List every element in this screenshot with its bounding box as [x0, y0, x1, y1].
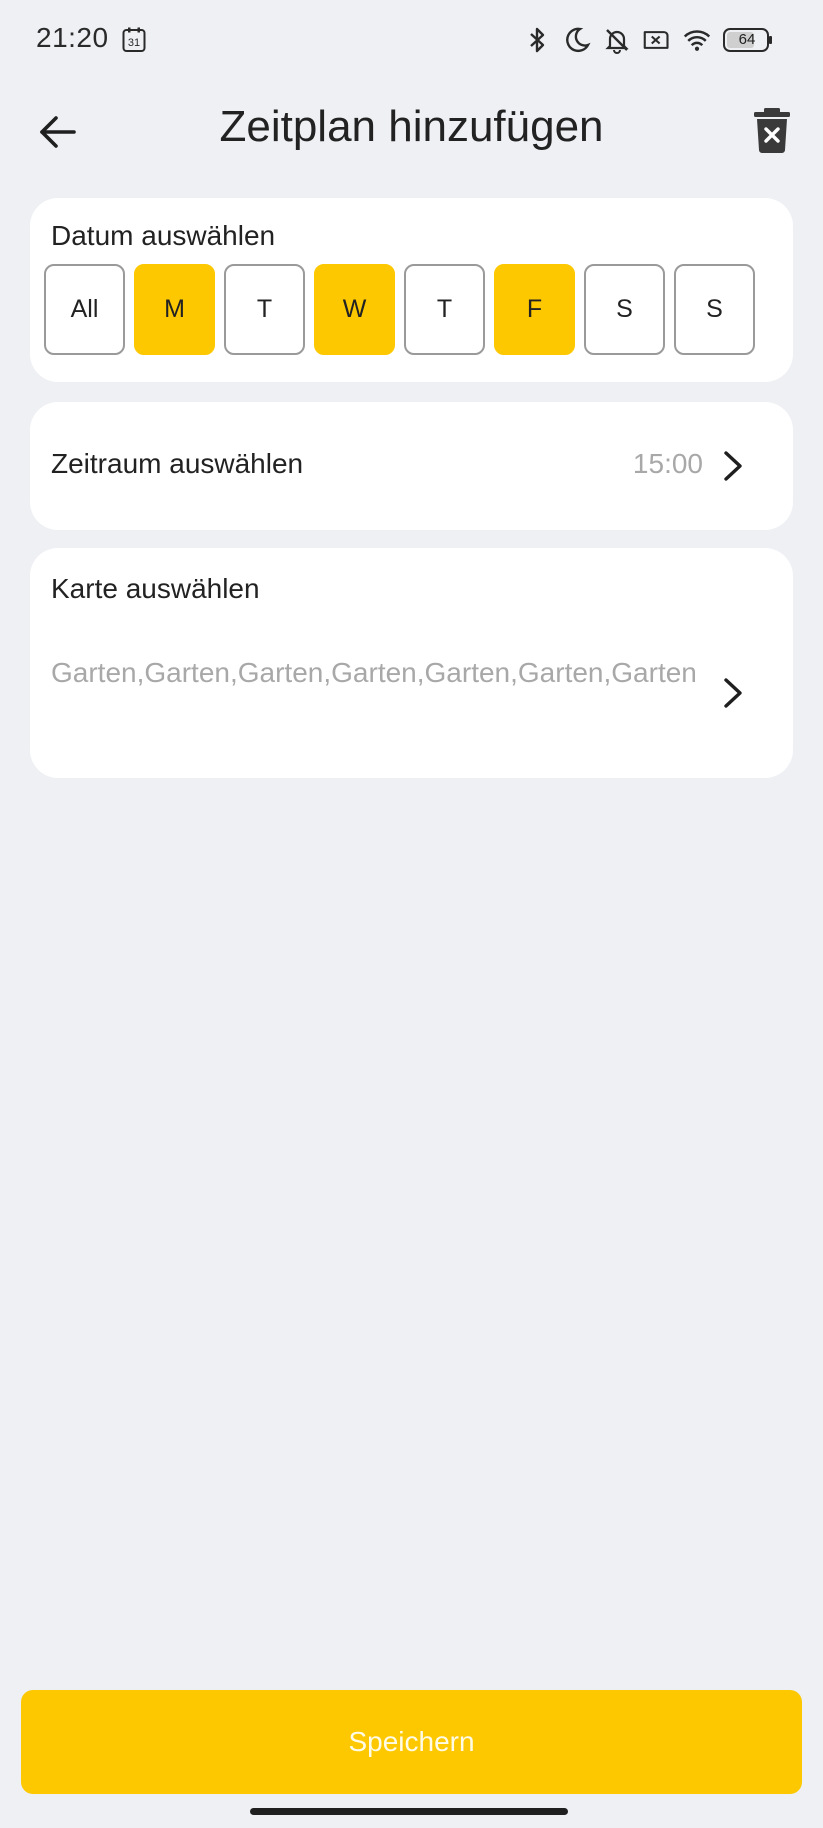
no-sim-icon: [643, 31, 669, 49]
day-chip-saturday[interactable]: S: [584, 264, 665, 355]
map-value: Garten,Garten,Garten,Garten,Garten,Garte…: [51, 657, 697, 688]
app-header: Zeitplan hinzufügen: [0, 90, 823, 170]
status-time: 21:20: [36, 22, 109, 53]
day-chip-friday[interactable]: F: [494, 264, 575, 355]
day-selector: All M T W T F S S: [44, 264, 755, 355]
chevron-right-icon: [724, 678, 742, 708]
silent-bell-icon: [605, 29, 629, 54]
date-section-title: Datum auswählen: [51, 220, 276, 251]
day-chip-wednesday[interactable]: W: [314, 264, 395, 355]
day-chip-sunday[interactable]: S: [674, 264, 755, 355]
status-bar: 21:20 31 64: [0, 0, 823, 80]
wifi-icon: [683, 30, 711, 51]
chevron-right-icon: [724, 451, 742, 481]
do-not-disturb-moon-icon: [566, 27, 591, 52]
map-select-row[interactable]: Karte auswählen Garten,Garten,Garten,Gar…: [30, 548, 793, 778]
time-value: 15:00: [632, 448, 703, 479]
bluetooth-icon: [530, 27, 545, 53]
day-chip-tuesday[interactable]: T: [224, 264, 305, 355]
calendar-day: 31: [128, 37, 140, 49]
date-card: Datum auswählen All M T W T F S S: [30, 198, 793, 382]
calendar-icon: 31: [122, 27, 146, 52]
delete-button[interactable]: [752, 106, 792, 154]
save-button[interactable]: Speichern: [21, 1690, 802, 1794]
map-section-title: Karte auswählen: [51, 573, 260, 604]
time-section-title: Zeitraum auswählen: [51, 448, 304, 479]
battery-level: 64: [738, 31, 756, 48]
day-chip-thursday[interactable]: T: [404, 264, 485, 355]
battery-icon: 64: [723, 28, 773, 52]
status-icons: 64: [523, 22, 773, 58]
day-chip-all[interactable]: All: [44, 264, 125, 355]
page-title: Zeitplan hinzufügen: [219, 102, 604, 151]
home-indicator[interactable]: [250, 1808, 568, 1815]
day-chip-monday[interactable]: M: [134, 264, 215, 355]
trash-x-icon: [754, 108, 790, 153]
time-range-row[interactable]: Zeitraum auswählen 15:00: [30, 402, 793, 530]
